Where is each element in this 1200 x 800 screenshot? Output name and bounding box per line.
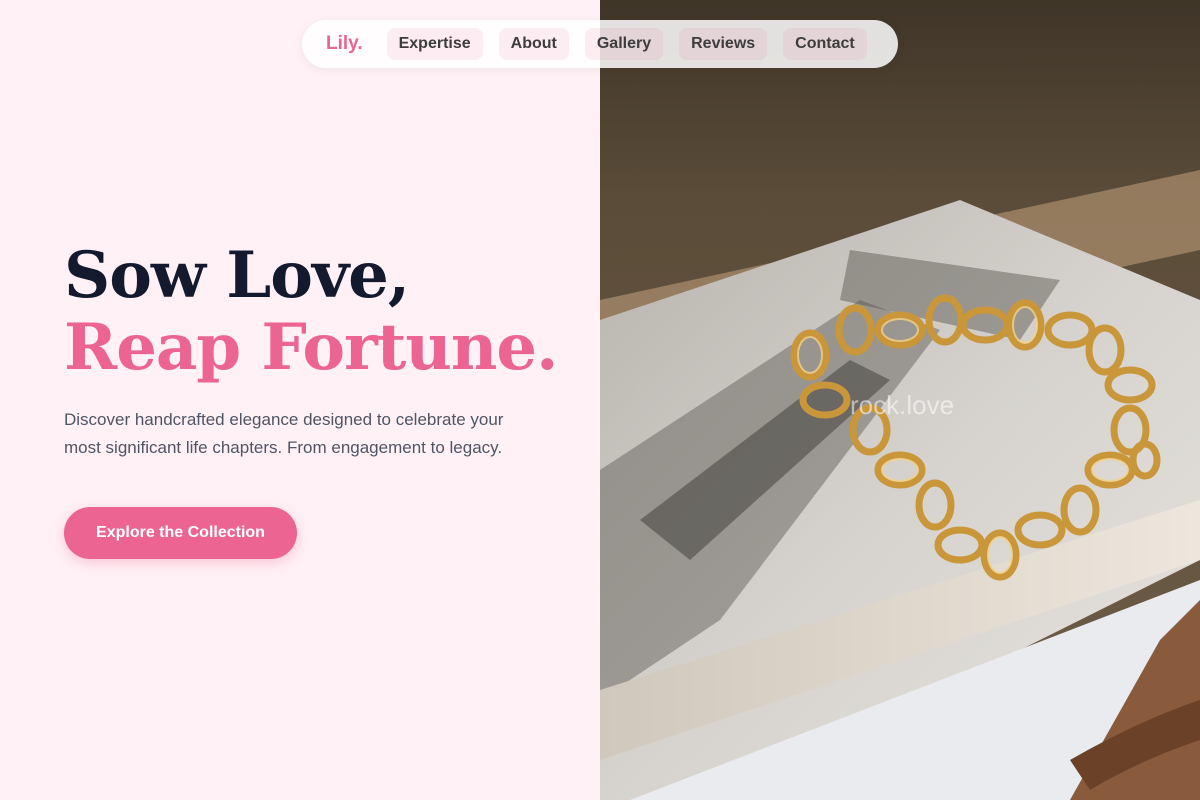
top-navigation: Lily. Expertise About Gallery Reviews Co… [302, 20, 898, 68]
nav-item-about[interactable]: About [498, 28, 569, 60]
hero-description: Discover handcrafted elegance designed t… [64, 410, 504, 457]
nav-item-gallery[interactable]: Gallery [584, 28, 664, 60]
hero-headline-line2: Reap Fortune. [64, 310, 558, 385]
image-watermark: rock.love [850, 390, 955, 420]
nav-item-expertise[interactable]: Expertise [386, 28, 483, 60]
nav-item-contact[interactable]: Contact [783, 28, 867, 60]
nav-item-reviews[interactable]: Reviews [679, 28, 768, 60]
explore-collection-button[interactable]: Explore the Collection [64, 507, 297, 559]
brand-logo[interactable]: Lily. [326, 33, 363, 55]
hero-headline-line1: Sow Love, [64, 238, 410, 313]
hero-section: Sow Love, Reap Fortune. Discover handcra… [64, 240, 584, 559]
